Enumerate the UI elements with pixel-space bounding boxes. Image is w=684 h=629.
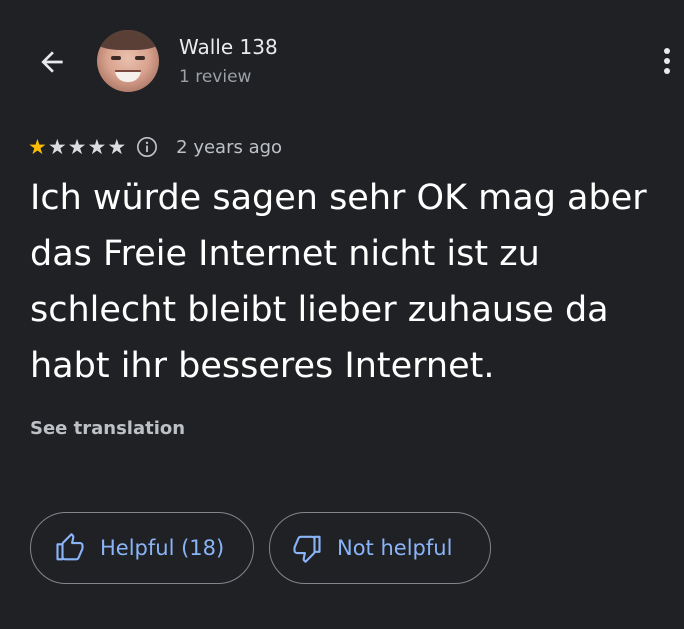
star-empty-icon: ★ (47, 135, 67, 159)
more-options-button[interactable] (650, 44, 684, 78)
arrow-left-icon (41, 51, 63, 73)
info-icon[interactable] (136, 136, 158, 158)
review-text: Ich würde sagen sehr OK mag aber das Fre… (30, 178, 647, 386)
helpful-label: Helpful (18) (100, 536, 225, 560)
star-filled-icon: ★ (28, 135, 47, 159)
star-empty-icon: ★ (107, 135, 127, 159)
star-rating: ★ ★ ★ ★ ★ (28, 136, 127, 158)
not-helpful-label: Not helpful (337, 536, 453, 560)
rating-row: ★ ★ ★ ★ ★ 2 years ago (28, 133, 282, 161)
see-translation-link[interactable]: See translation (30, 418, 185, 439)
star-empty-icon: ★ (67, 135, 87, 159)
reviewer-name[interactable]: Walle 138 (179, 35, 278, 59)
more-vert-icon (664, 48, 670, 74)
thumb-up-icon (56, 533, 84, 561)
review-header: Walle 138 1 review (0, 0, 684, 120)
not-helpful-button[interactable]: Not helpful (269, 512, 491, 584)
thumb-down-icon (293, 535, 321, 563)
helpful-button[interactable]: Helpful (18) (30, 512, 254, 584)
review-date: 2 years ago (176, 136, 283, 158)
back-button[interactable] (30, 40, 74, 84)
avatar[interactable] (97, 30, 159, 92)
star-empty-icon: ★ (87, 135, 107, 159)
reviewer-review-count: 1 review (179, 67, 252, 87)
